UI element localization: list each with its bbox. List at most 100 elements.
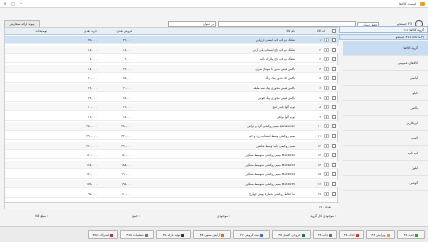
cell-sale: ۱۲,۰۰۰ xyxy=(122,105,132,110)
row-checkbox[interactable] xyxy=(332,182,336,186)
cell-sale: ۱۹۰,۰۰۰ xyxy=(121,172,132,177)
row-checkbox[interactable] xyxy=(332,105,336,110)
cell-name: سیم روکشی متوسط سنگین Mot4034 xyxy=(245,172,295,177)
header-code[interactable]: کد کالا xyxy=(305,29,325,33)
maximize-icon[interactable]: □ xyxy=(9,1,17,6)
table-footer: تعداد : ۱۷ xyxy=(5,202,339,209)
minimize-icon[interactable]: – xyxy=(17,1,25,6)
category-item[interactable]: گروه کالاها xyxy=(343,41,428,56)
category-item[interactable]: گوشی xyxy=(343,176,428,191)
header-name[interactable]: نام کالا xyxy=(135,29,295,33)
row-dropdown[interactable]: ▾ xyxy=(324,57,329,62)
total-sum: جمع : xyxy=(132,214,140,218)
category-item[interactable]: لپ تاپ xyxy=(343,146,428,161)
category-item[interactable]: تابلو xyxy=(343,86,428,101)
cell-code: ۷ xyxy=(319,95,321,100)
row-dropdown[interactable]: ▾ xyxy=(324,162,329,167)
category-item[interactable]: ایزیکاریز xyxy=(343,116,428,131)
cell-sale: ۱۸۰,۰۰۰ xyxy=(121,153,132,158)
row-dropdown[interactable]: ▾ xyxy=(324,38,329,42)
row-dropdown[interactable]: ▾ xyxy=(324,76,329,81)
cell-buy: ۹۵,۰۰۰ xyxy=(87,191,97,196)
row-dropdown[interactable]: ▾ xyxy=(324,66,329,71)
category-search-input[interactable]: جستجو F11 (Ctrl+F) xyxy=(339,34,428,40)
row-checkbox[interactable] xyxy=(332,124,336,129)
row-dropdown[interactable]: ▾ xyxy=(324,105,329,110)
row-dropdown[interactable]: ▾ xyxy=(324,134,329,138)
table-row[interactable]: ▾ ۱۳ سیم روکشی متوسط سنگین Mot4032 ۱۸۰,۰۰۰ ۱… xyxy=(5,151,339,160)
row-checkbox[interactable] xyxy=(332,172,336,177)
row-dropdown[interactable]: ▾ xyxy=(324,95,329,100)
header-sale[interactable]: فروش نقدی xyxy=(100,29,132,33)
category-item[interactable]: کالاهای عمومی xyxy=(343,56,428,71)
row-dropdown[interactable]: ▾ xyxy=(324,172,329,177)
items-table: کد کالا نام کالا فروش نقدی خرید نقدی توض… xyxy=(4,27,339,209)
row-checkbox[interactable] xyxy=(332,47,336,52)
row-checkbox[interactable] xyxy=(332,66,336,71)
row-checkbox[interactable] xyxy=(332,162,336,167)
settings-button[interactable]: F10 تنظیمات xyxy=(120,230,154,239)
row-checkbox[interactable] xyxy=(332,76,336,81)
row-checkbox[interactable] xyxy=(332,86,336,90)
category-item[interactable]: باکس xyxy=(343,101,428,116)
row-dropdown[interactable]: ▾ xyxy=(324,47,329,52)
table-row[interactable]: ▾ ۶ باکس فیس مجوری پیک سه طبقه ۳۰,۰۰۰ ۲۶,۰۰۰ xyxy=(5,84,339,93)
cell-buy: ۲۰,۰۰۰ xyxy=(87,76,97,81)
row-dropdown[interactable]: ▾ xyxy=(324,124,329,129)
cell-sale: ۲۹۰,۰۰۰ xyxy=(121,143,132,148)
row-checkbox[interactable] xyxy=(332,191,336,196)
row-checkbox[interactable] xyxy=(332,134,336,138)
row-dropdown[interactable]: ▾ xyxy=(324,143,329,148)
table-row[interactable]: ▾ ۱ شلنگ دو لایه لایه ایستی ارزپاین ۴۲,۰۰۰ ۳… xyxy=(5,36,339,45)
column-layout-button[interactable]: F8 آرایش ستون xyxy=(193,230,231,239)
row-checkbox[interactable] xyxy=(332,95,336,100)
table-row[interactable]: ▾ ۳ شلنگ دو لایه تاچ بپلارک بالیه ۹,۰۰۰ ۷,۰۰… xyxy=(5,55,339,64)
new-button[interactable]: F2 جدید xyxy=(397,230,425,239)
table-row[interactable]: ▾ ۵ باکس تک مدور بیک رنگ ۲۵,۰۰۰ ۲۰,۰۰۰ xyxy=(5,74,339,83)
row-dropdown[interactable]: ▾ xyxy=(324,191,329,196)
cell-name: سیم روکشی متوسط سنگین Mot4033 xyxy=(245,162,295,167)
category-item[interactable]: ایلوژ xyxy=(343,161,428,176)
table-row[interactable]: ▾ ۱۲ سیم روکشی تابید وسط شاهین ۲۹۰,۰۰۰ ۲۶۰,۰… xyxy=(5,141,339,150)
table-row[interactable]: ▾ ۲ شلنگ دو لایه تاچ ایستاپ پلی آرتی ۱۸,۰۰۰… xyxy=(5,45,339,54)
row-checkbox[interactable] xyxy=(332,153,336,158)
table-row[interactable]: ▾ ۱۵ سیم روکشی متوسط سنگین Mot4034 ۱۹۰,۰۰۰ ۱… xyxy=(5,170,339,179)
row-dropdown[interactable]: ▾ xyxy=(324,182,329,186)
table-row[interactable]: ▾ ۸ توپ آلوا بلیدر اینچ ۱۲,۰۰۰ ۱۰,۰۰۰ xyxy=(5,103,339,112)
row-checkbox[interactable] xyxy=(332,143,336,148)
row-checkbox[interactable] xyxy=(332,114,336,119)
table-row[interactable]: ▾ ۱۶ سیم روکشی متوسط سنگین Mot4035 ۱۹۵,۰۰۰ ۱… xyxy=(5,180,339,189)
cell-code: ۱۴ xyxy=(317,162,321,167)
group-register-button[interactable]: F7 ثبت گروهی xyxy=(233,230,270,239)
row-count: تعداد : ۱۷ xyxy=(318,205,331,209)
cancel-button[interactable]: ESC انصراف xyxy=(88,230,118,239)
header-buy[interactable]: خرید نقدی xyxy=(67,29,97,33)
close-icon[interactable]: × xyxy=(1,1,9,6)
table-row[interactable]: ▾ ۱۰ سیم روکشی گرد و تراش panasonic ۲۸۰,۰۰۰… xyxy=(5,122,339,131)
table-row[interactable]: ▾ ۴ باکس فیس مدور با مونتاژ سری ۲۲,۰۰۰ ۱۸,۰۰… xyxy=(5,64,339,73)
row-checkbox[interactable] xyxy=(332,38,336,42)
table-row[interactable]: ▾ ۱۷ بنا حفاظ روکشی شماره پوش چهارچ ۱۱۰,۰۰۰… xyxy=(5,190,339,198)
category-item[interactable]: لباسی xyxy=(343,71,428,86)
select-all-checkbox[interactable] xyxy=(332,29,336,33)
row-dropdown[interactable]: ▾ xyxy=(324,86,329,90)
excel-export-button[interactable]: F6 خروجی اکسل xyxy=(272,230,311,239)
row-dropdown[interactable]: ▾ xyxy=(324,153,329,158)
header-notes[interactable]: توضیحات xyxy=(7,29,47,33)
delete-button[interactable]: F4 حذف xyxy=(339,230,364,239)
cell-name: سیم روکشی گرد و تراش panasonic xyxy=(247,124,295,129)
row-checkbox[interactable] xyxy=(332,57,336,62)
edit-button[interactable]: F3 ویرایش xyxy=(366,230,395,239)
edit-icon xyxy=(386,233,390,237)
cell-sale: ۳۰,۰۰۰ xyxy=(122,86,132,90)
table-row[interactable]: ▾ ۹ توپ آلوا بولکر ۱۵,۰۰۰ ۱۲,۰۰۰ xyxy=(5,113,339,121)
category-item[interactable]: لامپ xyxy=(343,131,428,146)
barcode-button[interactable]: F9 تولید بارکد xyxy=(156,230,191,239)
table-row[interactable]: ▾ ۷ باکس فیس مجوری پیک قوس ۲۸,۰۰۰ ۲۴,۰۰۰ xyxy=(5,94,339,102)
table-row[interactable]: ▾ ۱۱ سیم روکشی وسط ایستاپ زرد و خم ۳۲۰,۰۰۰ ۲… xyxy=(5,132,339,141)
table-row[interactable]: ▾ ۱۴ سیم روکشی متوسط سنگین Mot4033 ۱۸۵,۰۰۰ ۱… xyxy=(5,160,339,169)
row-dropdown[interactable]: ▾ xyxy=(324,114,329,119)
print-button[interactable]: F5 چاپ xyxy=(313,230,337,239)
cell-name: باکس فیس مدور با مونتاژ سری xyxy=(255,66,295,71)
cell-sale: ۲۲,۰۰۰ xyxy=(122,66,132,71)
